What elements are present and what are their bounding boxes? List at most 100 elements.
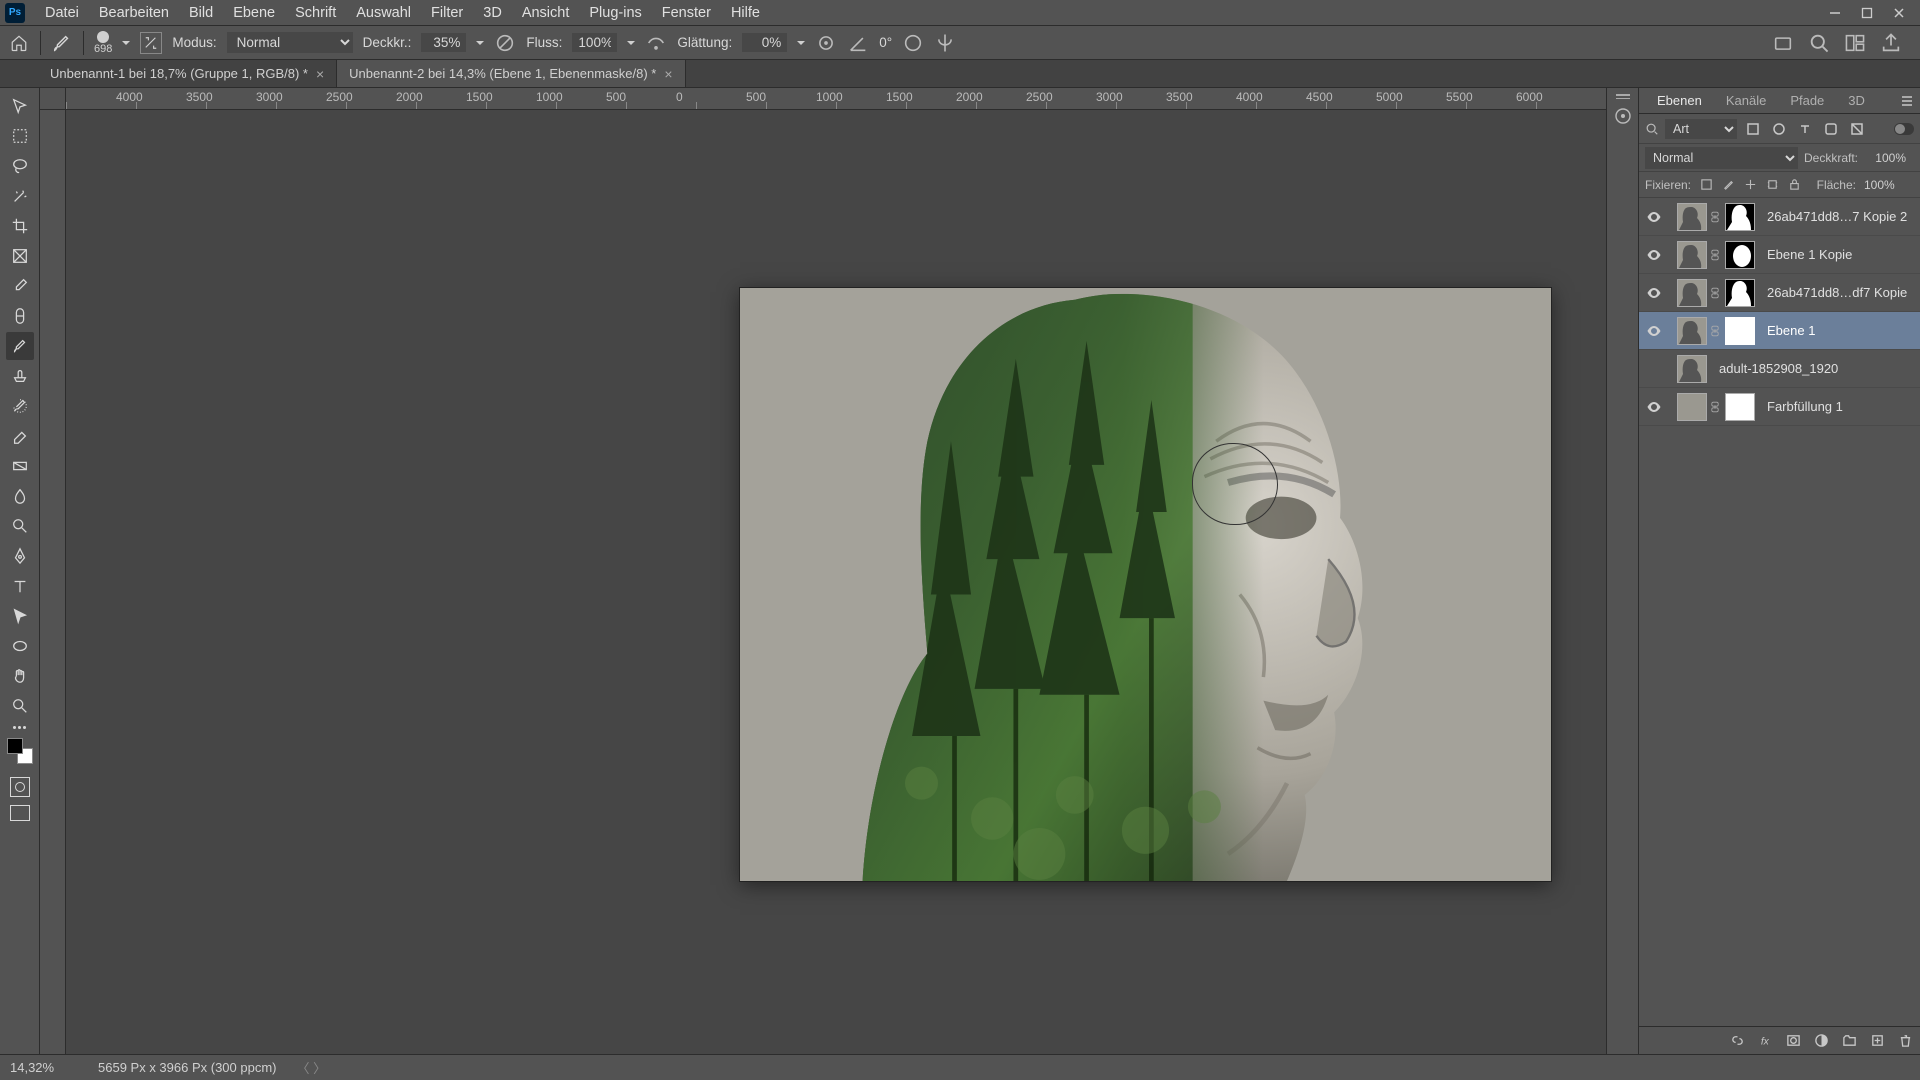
panel-tab-3d[interactable]: 3D (1836, 89, 1877, 112)
pen-tool[interactable] (6, 542, 34, 570)
visibility-toggle[interactable] (1645, 398, 1663, 416)
vertical-ruler[interactable] (40, 110, 66, 1054)
visibility-toggle[interactable] (1645, 246, 1663, 264)
panel-menu-icon[interactable] (1894, 96, 1920, 106)
filter-smart-icon[interactable] (1847, 119, 1867, 139)
workspace-icon[interactable] (1844, 32, 1866, 54)
path-selection-tool[interactable] (6, 602, 34, 630)
healing-brush-tool[interactable] (6, 302, 34, 330)
menu-schrift[interactable]: Schrift (285, 2, 346, 24)
lock-pixels-icon[interactable] (1699, 178, 1713, 192)
filter-shape-icon[interactable] (1821, 119, 1841, 139)
clone-stamp-tool[interactable] (6, 362, 34, 390)
layer-filter-select[interactable]: Art (1665, 119, 1737, 139)
blur-tool[interactable] (6, 482, 34, 510)
color-panel-icon[interactable] (1614, 107, 1632, 125)
cloud-docs-icon[interactable] (1772, 32, 1794, 54)
layers-list[interactable]: 26ab471dd8…7 Kopie 2 Ebene 1 Kopie 26ab471… (1639, 198, 1920, 1026)
symmetry-icon[interactable] (934, 32, 956, 54)
link-icon[interactable] (1711, 210, 1721, 224)
horizontal-ruler[interactable]: 5040003500300025002000150010005000500100… (66, 88, 1606, 110)
quick-mask-button[interactable] (10, 777, 30, 797)
pressure-size-icon[interactable] (902, 32, 924, 54)
chevron-down-icon[interactable] (627, 41, 635, 49)
expand-dock-icon[interactable] (1616, 94, 1630, 99)
add-mask-icon[interactable] (1784, 1032, 1802, 1050)
layer-row[interactable]: Farbfüllung 1 (1639, 388, 1920, 426)
close-icon[interactable]: × (664, 66, 672, 82)
close-button[interactable] (1883, 2, 1915, 24)
link-layers-icon[interactable] (1728, 1032, 1746, 1050)
hand-tool[interactable] (6, 662, 34, 690)
layer-mask-thumbnail[interactable] (1725, 317, 1755, 345)
link-icon[interactable] (1711, 286, 1721, 300)
magic-wand-tool[interactable] (6, 182, 34, 210)
screen-mode-button[interactable] (10, 805, 30, 821)
layer-name[interactable]: 26ab471dd8…7 Kopie 2 (1767, 209, 1914, 224)
home-button[interactable] (8, 32, 30, 54)
panel-tab-pfade[interactable]: Pfade (1778, 89, 1836, 112)
link-icon[interactable] (1711, 400, 1721, 414)
color-swatches[interactable] (6, 737, 34, 765)
menu-ebene[interactable]: Ebene (223, 2, 285, 24)
zoom-level[interactable]: 14,32% (10, 1060, 78, 1075)
smoothing-input[interactable] (742, 33, 787, 52)
frame-tool[interactable] (6, 242, 34, 270)
layer-name[interactable]: 26ab471dd8…df7 Kopie (1767, 285, 1914, 300)
blend-mode-select[interactable]: Normal (227, 32, 353, 53)
menu-hilfe[interactable]: Hilfe (721, 2, 770, 24)
layer-row[interactable]: adult-1852908_1920 (1639, 350, 1920, 388)
zoom-tool[interactable] (6, 692, 34, 720)
layer-mask-thumbnail[interactable] (1725, 241, 1755, 269)
layer-mask-thumbnail[interactable] (1725, 279, 1755, 307)
canvas-area[interactable]: 5040003500300025002000150010005000500100… (40, 88, 1606, 1054)
opacity-input[interactable] (421, 33, 466, 52)
visibility-toggle[interactable] (1645, 322, 1663, 340)
visibility-toggle[interactable] (1645, 208, 1663, 226)
chevron-down-icon[interactable] (122, 41, 130, 49)
menu-fenster[interactable]: Fenster (652, 2, 721, 24)
menu-filter[interactable]: Filter (421, 2, 473, 24)
layer-thumbnail[interactable] (1677, 317, 1707, 345)
type-tool[interactable] (6, 572, 34, 600)
doc-info-chevrons[interactable]: 〈 〉 (297, 1058, 327, 1077)
close-icon[interactable]: × (316, 66, 324, 82)
search-icon[interactable] (1808, 32, 1830, 54)
layer-name[interactable]: Farbfüllung 1 (1767, 399, 1914, 414)
document-tab[interactable]: Unbenannt-2 bei 14,3% (Ebene 1, Ebenenma… (337, 60, 685, 87)
layer-thumbnail[interactable] (1677, 203, 1707, 231)
layer-thumbnail[interactable] (1677, 355, 1707, 383)
menu-bild[interactable]: Bild (179, 2, 223, 24)
panel-tab-ebenen[interactable]: Ebenen (1645, 89, 1714, 112)
layer-mask-thumbnail[interactable] (1725, 203, 1755, 231)
layer-blend-select[interactable]: Normal (1645, 147, 1798, 169)
document-tab[interactable]: Unbenannt-1 bei 18,7% (Gruppe 1, RGB/8) … (38, 60, 337, 87)
link-icon[interactable] (1711, 248, 1721, 262)
history-brush-tool[interactable] (6, 392, 34, 420)
brush-tool[interactable] (6, 332, 34, 360)
filter-adjustment-icon[interactable] (1769, 119, 1789, 139)
visibility-toggle[interactable] (1645, 360, 1663, 378)
flow-input[interactable] (572, 33, 617, 52)
crop-tool[interactable] (6, 212, 34, 240)
layer-row[interactable]: Ebene 1 (1639, 312, 1920, 350)
layer-row[interactable]: Ebene 1 Kopie (1639, 236, 1920, 274)
layer-thumbnail[interactable] (1677, 279, 1707, 307)
document-canvas[interactable] (740, 288, 1551, 881)
menu-ansicht[interactable]: Ansicht (512, 2, 580, 24)
layer-thumbnail[interactable] (1677, 241, 1707, 269)
filter-toggle[interactable] (1894, 123, 1914, 135)
menu-auswahl[interactable]: Auswahl (346, 2, 421, 24)
layer-name[interactable]: adult-1852908_1920 (1719, 361, 1914, 376)
layer-mask-thumbnail[interactable] (1725, 393, 1755, 421)
edit-toolbar-icon[interactable] (13, 726, 26, 729)
layer-row[interactable]: 26ab471dd8…df7 Kopie (1639, 274, 1920, 312)
chevron-down-icon[interactable] (476, 41, 484, 49)
lock-position-icon[interactable] (1743, 178, 1757, 192)
layer-name[interactable]: Ebene 1 (1767, 323, 1914, 338)
ruler-origin[interactable] (40, 88, 66, 110)
link-icon[interactable] (1711, 324, 1721, 338)
brush-preset-picker[interactable]: 698 (94, 31, 112, 55)
lock-artboard-icon[interactable] (1765, 178, 1779, 192)
lock-all-icon[interactable] (1787, 178, 1801, 192)
